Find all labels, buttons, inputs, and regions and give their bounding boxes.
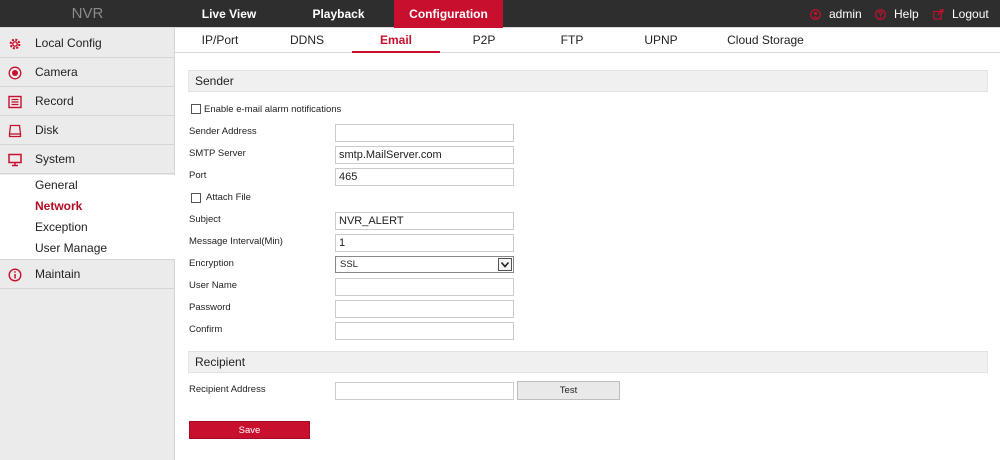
encryption-select[interactable]: SSL: [335, 256, 514, 273]
sidebar-item-local-config[interactable]: Local Config: [0, 29, 175, 58]
user-name-label: User Name: [189, 280, 238, 291]
sidebar-subitem-general[interactable]: General: [35, 175, 78, 196]
info-icon: [8, 268, 22, 282]
test-button[interactable]: Test: [517, 381, 620, 400]
record-icon: [8, 95, 22, 109]
disk-icon: [8, 124, 22, 138]
tab-ftp[interactable]: FTP: [544, 28, 600, 53]
encryption-label: Encryption: [189, 258, 234, 269]
camera-icon: [8, 66, 22, 80]
user-icon: [810, 9, 821, 20]
system-submenu: General Network Exception User Manage: [0, 175, 175, 260]
subject-label: Subject: [189, 214, 221, 225]
sidebar-item-disk[interactable]: Disk: [0, 116, 175, 145]
message-interval-label: Message Interval(Min): [189, 236, 283, 247]
sender-section-header: Sender: [188, 70, 988, 92]
sidebar-item-camera[interactable]: Camera: [0, 58, 175, 87]
sidebar-item-label: Record: [35, 94, 74, 108]
logout-icon: [933, 9, 944, 20]
top-bar: NVR Live View Playback Configuration adm…: [0, 0, 1000, 28]
port-input[interactable]: [335, 168, 514, 186]
sidebar-item-label: Camera: [35, 65, 78, 79]
sidebar-item-system[interactable]: System: [0, 145, 175, 174]
confirm-label: Confirm: [189, 324, 223, 335]
tab-upnp[interactable]: UPNP: [631, 28, 691, 53]
sidebar-item-label: Local Config: [35, 36, 102, 50]
recipient-address-input[interactable]: [335, 382, 514, 400]
brand-logo: NVR: [71, 5, 104, 22]
smtp-server-label: SMTP Server: [189, 148, 246, 159]
sidebar-item-label: System: [35, 152, 76, 166]
sender-address-label: Sender Address: [189, 126, 257, 137]
gear-icon: [9, 38, 21, 50]
tab-p2p[interactable]: P2P: [455, 28, 513, 53]
logout-link[interactable]: Logout: [933, 0, 993, 28]
password-input[interactable]: [335, 300, 514, 318]
nav-live-view[interactable]: Live View: [175, 0, 283, 28]
sidebar-item-record[interactable]: Record: [0, 87, 175, 116]
recipient-section-header: Recipient: [188, 351, 988, 373]
sidebar-subitem-exception[interactable]: Exception: [35, 217, 88, 238]
tab-email[interactable]: Email: [352, 28, 440, 53]
port-label: Port: [189, 170, 207, 181]
confirm-password-input[interactable]: [335, 322, 514, 340]
sidebar-subitem-user-manage[interactable]: User Manage: [35, 238, 107, 259]
logout-label: Logout: [952, 7, 989, 21]
network-tabs: IP/Port DDNS Email P2P FTP UPNP Cloud St…: [175, 28, 1000, 53]
sidebar: Local Config Camera Record Disk System G…: [0, 28, 175, 460]
encryption-selected-value: SSL: [340, 259, 358, 270]
sender-address-input[interactable]: [335, 124, 514, 142]
user-name: admin: [829, 7, 862, 21]
help-link[interactable]: Help: [875, 0, 925, 28]
user-menu[interactable]: admin: [810, 0, 865, 28]
save-button[interactable]: Save: [189, 421, 310, 439]
chevron-down-icon: [498, 258, 512, 271]
help-label: Help: [894, 7, 919, 21]
nav-playback[interactable]: Playback: [283, 0, 394, 28]
smtp-server-input[interactable]: [335, 146, 514, 164]
enable-email-label: Enable e-mail alarm notifications: [204, 104, 342, 115]
sidebar-item-label: Disk: [35, 123, 59, 137]
subject-input[interactable]: [335, 212, 514, 230]
sidebar-item-maintain[interactable]: Maintain: [0, 260, 175, 289]
tab-ip-port[interactable]: IP/Port: [185, 28, 255, 53]
enable-email-checkbox[interactable]: [191, 104, 201, 114]
recipient-address-label: Recipient Address: [189, 384, 266, 395]
sidebar-item-label: Maintain: [35, 267, 81, 281]
tab-ddns[interactable]: DDNS: [273, 28, 341, 53]
sidebar-subitem-network[interactable]: Network: [35, 196, 82, 217]
help-icon: [875, 9, 886, 20]
monitor-icon: [8, 153, 22, 167]
attach-file-checkbox[interactable]: [191, 193, 201, 203]
nav-configuration[interactable]: Configuration: [394, 0, 503, 28]
message-interval-input[interactable]: [335, 234, 514, 252]
attach-file-label: Attach File: [206, 192, 251, 203]
tab-cloud-storage[interactable]: Cloud Storage: [708, 28, 823, 53]
user-name-input[interactable]: [335, 278, 514, 296]
password-label: Password: [189, 302, 231, 313]
nvr-config-page: NVR Live View Playback Configuration adm…: [0, 0, 1000, 460]
